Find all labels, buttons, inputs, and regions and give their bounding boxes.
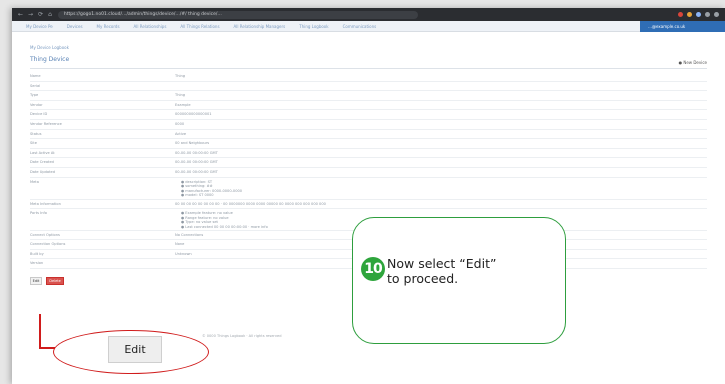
field-label: Date Created — [30, 160, 54, 165]
extension-icons — [678, 12, 719, 17]
instruction-text: Now select “Edit” to proceed. — [387, 256, 496, 286]
extension-icon[interactable] — [696, 12, 701, 17]
browser-nav-buttons: ← → ⟳ ⌂ — [18, 11, 52, 18]
nav-item[interactable]: All Relationship Managers — [234, 24, 286, 29]
reload-icon[interactable]: ⟳ — [38, 11, 43, 18]
field-label: Meta — [30, 179, 39, 184]
field-label: Vendor — [30, 102, 43, 107]
field-label: Status — [30, 131, 42, 136]
divider — [30, 68, 707, 69]
forward-icon[interactable]: → — [28, 11, 33, 18]
table-row: Site 00 and Neighbours — [30, 139, 707, 149]
table-row: Date Updated 00-00-00 00:00:00 GMT — [30, 168, 707, 178]
field-value: 0000 — [175, 121, 185, 126]
field-label: Last Active At — [30, 150, 55, 155]
edit-button-zoomed[interactable]: Edit — [108, 336, 162, 363]
field-value: 00-00-00 00:00:00 GMT — [175, 160, 218, 165]
table-row: Status Active — [30, 130, 707, 140]
field-label: Ports Info — [30, 211, 47, 216]
nav-item[interactable]: Devices — [67, 24, 83, 29]
field-label: Meta Information — [30, 201, 61, 206]
table-row: Name Thing — [30, 72, 707, 82]
extension-icon[interactable] — [705, 12, 710, 17]
field-label: Serial — [30, 83, 41, 88]
field-value: Example — [175, 102, 191, 107]
list-item: ● model: ST 0000 — [181, 193, 214, 198]
table-row: Serial — [30, 82, 707, 92]
footer-text: © 0000 Things Logbook · All rights reser… — [202, 334, 282, 338]
table-row: Meta ● description: ST ● something: ## ●… — [30, 178, 707, 200]
table-row: Meta Information 00 00 00 00 00 00 00 00 … — [30, 200, 707, 210]
extension-icon[interactable] — [678, 12, 683, 17]
table-row: Vendor Reference 0000 — [30, 120, 707, 130]
app-nav-bar: My Device Pe Devices My Records All Rela… — [12, 21, 725, 32]
instruction-line: to proceed. — [387, 271, 459, 286]
field-label: Type — [30, 93, 39, 98]
address-bar[interactable]: https://gogo1.no01.cloud/…/admin/things/… — [57, 10, 418, 19]
field-label: Connect Options — [30, 232, 60, 237]
account-menu[interactable]: …@example.co.uk — [640, 21, 725, 32]
instruction-line: Now select “Edit” — [387, 256, 497, 271]
step-number-badge: 10 — [361, 257, 385, 281]
nav-item[interactable]: My Records — [97, 24, 120, 29]
callout-line — [39, 314, 41, 348]
table-row: Vendor Example — [30, 101, 707, 111]
browser-toolbar: ← → ⟳ ⌂ https://gogo1.no01.cloud/…/admin… — [12, 8, 725, 21]
field-label: Device ID — [30, 112, 48, 117]
field-value-list: ● description: ST ● something: ## ● manu… — [175, 180, 707, 198]
field-value: Active — [175, 131, 187, 136]
field-label: Version — [30, 261, 44, 266]
field-label: Connection Options — [30, 242, 66, 247]
field-value: Thing — [175, 93, 186, 98]
field-value: Thing — [175, 74, 186, 78]
screenshot-stage: ← → ⟳ ⌂ https://gogo1.no01.cloud/…/admin… — [0, 0, 725, 384]
menu-icon[interactable] — [714, 12, 719, 17]
new-device-link[interactable]: ● New Device — [679, 60, 707, 65]
breadcrumb[interactable]: My Device Logbook — [30, 45, 707, 50]
field-value: 00 00 00 00 00 00 00 00 · 00 0000000 000… — [175, 201, 326, 206]
page-title: Thing Device — [30, 56, 70, 63]
field-label: Site — [30, 141, 37, 146]
field-label: Built by — [30, 251, 44, 256]
nav-item[interactable]: Communications — [343, 24, 377, 29]
field-label: Name — [30, 74, 41, 78]
edit-button[interactable]: Edit — [30, 276, 42, 285]
nav-item[interactable]: My Device Pe — [26, 24, 53, 29]
nav-item[interactable]: All Things Relations — [180, 24, 219, 29]
home-icon[interactable]: ⌂ — [48, 11, 52, 18]
field-label: Vendor Reference — [30, 121, 62, 126]
table-row: Device ID 0000000000000001 — [30, 110, 707, 120]
field-value: 0000000000000001 — [175, 112, 212, 117]
extension-icon[interactable] — [687, 12, 692, 17]
nav-item[interactable]: Thing Logbook — [299, 24, 328, 29]
table-row: Date Created 00-00-00 00:00:00 GMT — [30, 158, 707, 168]
site-link[interactable]: 00 and Neighbours — [175, 141, 707, 145]
table-row: Type Thing — [30, 91, 707, 101]
field-value: 00-00-00 00:00:00 GMT — [175, 169, 218, 174]
field-label: Date Updated — [30, 169, 56, 174]
field-value: 00-00-00 00:00:00 GMT — [175, 150, 218, 155]
nav-item[interactable]: All Relationships — [134, 24, 167, 29]
back-icon[interactable]: ← — [18, 11, 23, 18]
table-row: Last Active At 00-00-00 00:00:00 GMT — [30, 149, 707, 159]
delete-button[interactable]: Delete — [46, 276, 64, 285]
